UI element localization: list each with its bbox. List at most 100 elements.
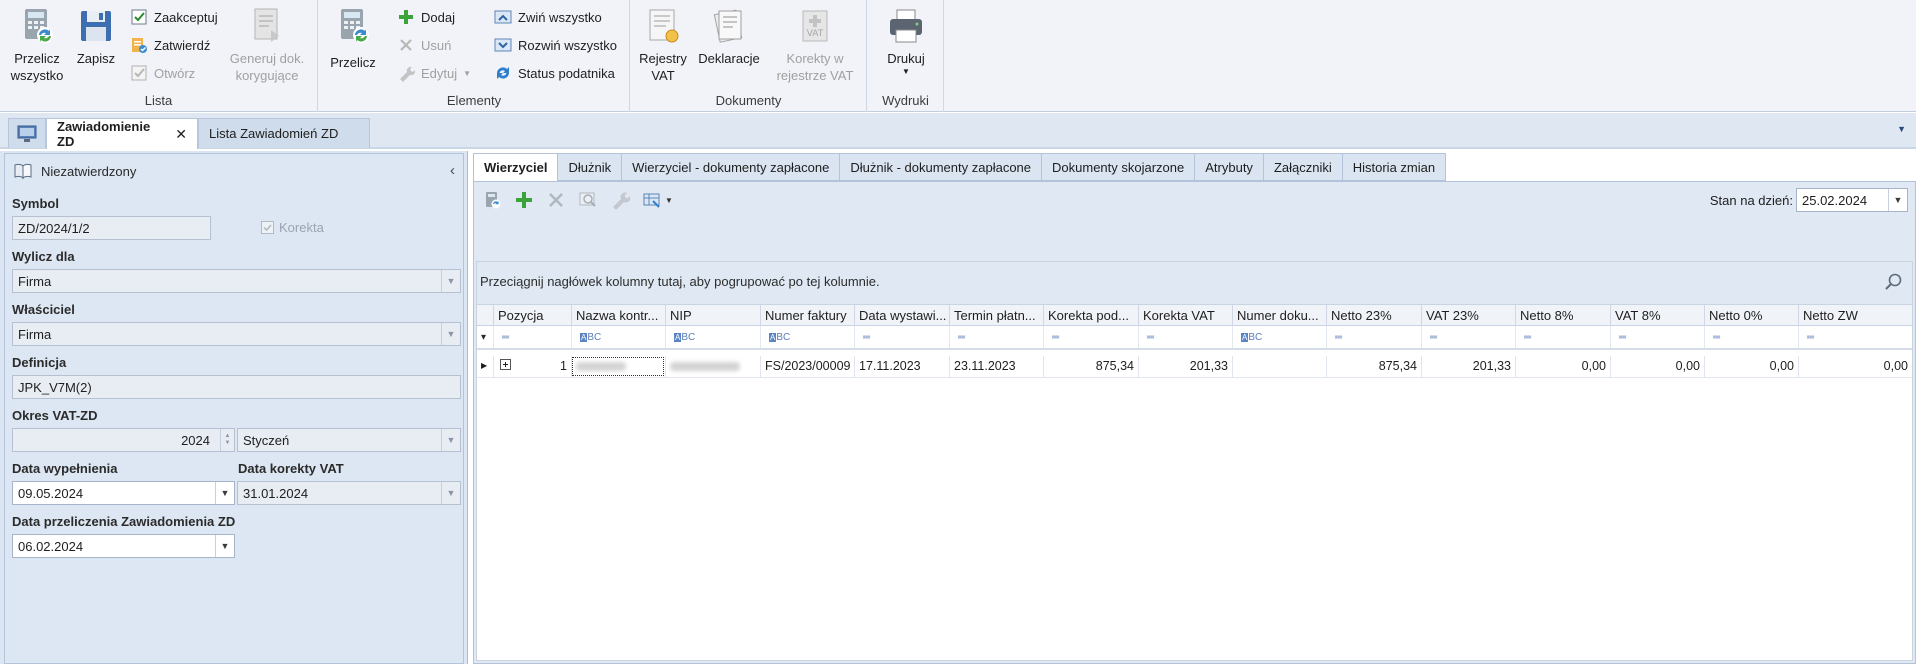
termin-platnosci-cell[interactable]: 23.11.2023 bbox=[949, 356, 1043, 377]
vat-23-cell[interactable]: 201,33 bbox=[1421, 356, 1515, 377]
netto-8-cell[interactable]: 0,00 bbox=[1515, 356, 1610, 377]
chevron-down-icon[interactable]: ▼ bbox=[215, 535, 234, 557]
filter-equals-icon[interactable]: ═ bbox=[949, 326, 1043, 348]
pozycja-cell[interactable]: 1 bbox=[493, 356, 571, 377]
tab-wierzyciel[interactable]: Wierzyciel bbox=[473, 153, 559, 181]
przelicz-button[interactable]: Przelicz bbox=[327, 4, 379, 71]
column-header-data-wystawienia[interactable]: Data wystawi... bbox=[854, 305, 949, 326]
column-header-korekta-podstawy[interactable]: Korekta pod... bbox=[1043, 305, 1138, 326]
korekty-w-rejestrze-vat-button[interactable]: VAT Korekty w rejestrze VAT bbox=[769, 4, 861, 84]
dodaj-button[interactable]: Dodaj bbox=[397, 6, 455, 28]
add-plus-icon[interactable] bbox=[514, 190, 534, 210]
desktop-tab[interactable] bbox=[8, 118, 46, 148]
nazwa-kontrahenta-cell[interactable] bbox=[571, 356, 665, 377]
filter-text-icon[interactable]: A BC bbox=[665, 326, 760, 348]
filter-equals-icon[interactable]: ═ bbox=[1798, 326, 1912, 348]
tab-dluznik-dokumenty-zaplacone[interactable]: Dłużnik - dokumenty zapłacone bbox=[840, 153, 1043, 181]
chevron-down-icon[interactable]: ▼ bbox=[1888, 189, 1907, 211]
column-header-netto-0[interactable]: Netto 0% bbox=[1704, 305, 1798, 326]
otworz-button[interactable]: Otwórz bbox=[130, 62, 195, 84]
row-indicator-icon[interactable]: ▶ bbox=[477, 356, 493, 377]
numer-dokumentu-cell[interactable] bbox=[1232, 356, 1326, 377]
filter-equals-icon[interactable]: ═ bbox=[493, 326, 571, 348]
filter-pin-icon[interactable]: ▾ bbox=[477, 326, 493, 348]
tab-wierzyciel-dokumenty-zaplacone[interactable]: Wierzyciel - dokumenty zapłacone bbox=[622, 153, 841, 181]
delete-x-icon[interactable] bbox=[546, 190, 566, 210]
column-header-netto-8[interactable]: Netto 8% bbox=[1515, 305, 1610, 326]
status-podatnika-button[interactable]: Status podatnika bbox=[494, 62, 615, 84]
zapisz-button[interactable]: Zapisz bbox=[72, 4, 120, 67]
zaakceptuj-button[interactable]: Zaakceptuj bbox=[130, 6, 218, 28]
filter-equals-icon[interactable]: ═ bbox=[1043, 326, 1138, 348]
wrench-icon[interactable] bbox=[610, 190, 630, 210]
filter-text-icon[interactable]: A BC bbox=[760, 326, 854, 348]
tab-dluznik[interactable]: Dłużnik bbox=[558, 153, 623, 181]
wylicz-dla-select[interactable]: Firma ▼ bbox=[12, 269, 461, 293]
expand-row-icon[interactable] bbox=[500, 359, 511, 370]
korekta-vat-cell[interactable]: 201,33 bbox=[1138, 356, 1232, 377]
vat-8-cell[interactable]: 0,00 bbox=[1610, 356, 1704, 377]
filter-equals-icon[interactable]: ═ bbox=[1515, 326, 1610, 348]
netto-zw-cell[interactable]: 0,00 bbox=[1798, 356, 1912, 377]
column-header-nip[interactable]: NIP bbox=[665, 305, 760, 326]
data-korekty-vat-date-picker[interactable]: 31.01.2024 ▼ bbox=[237, 481, 461, 505]
data-wystawienia-cell[interactable]: 17.11.2023 bbox=[854, 356, 949, 377]
column-header-vat-23[interactable]: VAT 23% bbox=[1421, 305, 1515, 326]
calculator-icon[interactable] bbox=[482, 190, 502, 210]
filter-equals-icon[interactable]: ═ bbox=[1704, 326, 1798, 348]
wlasciciel-select[interactable]: Firma ▼ bbox=[12, 322, 461, 346]
filter-text-icon[interactable]: A BC bbox=[1232, 326, 1326, 348]
okres-year-spinner[interactable]: 2024 ▲ ▼ bbox=[12, 428, 235, 452]
rejestry-vat-button[interactable]: Rejestry VAT bbox=[635, 4, 691, 84]
edytuj-button[interactable]: Edytuj ▼ bbox=[397, 62, 471, 84]
netto-23-cell[interactable]: 875,34 bbox=[1326, 356, 1421, 377]
data-przeliczenia-date-picker[interactable]: 06.02.2024 ▼ bbox=[12, 534, 235, 558]
okres-month-select[interactable]: Styczeń ▼ bbox=[237, 428, 461, 452]
column-header-vat-8[interactable]: VAT 8% bbox=[1610, 305, 1704, 326]
tab-historia-zmian[interactable]: Historia zmian bbox=[1342, 153, 1447, 181]
column-header-pozycja[interactable]: Pozycja bbox=[493, 305, 571, 326]
korekta-podstawy-cell[interactable]: 875,34 bbox=[1043, 356, 1138, 377]
zatwierdz-button[interactable]: Zatwierdź bbox=[130, 34, 210, 56]
tab-atrybuty[interactable]: Atrybuty bbox=[1195, 153, 1264, 181]
column-header-netto-23[interactable]: Netto 23% bbox=[1326, 305, 1421, 326]
filter-equals-icon[interactable]: ═ bbox=[1138, 326, 1232, 348]
nip-cell[interactable] bbox=[665, 356, 760, 377]
definicja-field[interactable]: JPK_V7M(2) bbox=[12, 375, 461, 399]
symbol-field[interactable]: ZD/2024/1/2 bbox=[12, 216, 211, 240]
preview-magnifier-icon[interactable] bbox=[578, 190, 598, 210]
tab-lista-zawiadomien-zd[interactable]: Lista Zawiadomień ZD bbox=[198, 118, 370, 148]
filter-equals-icon[interactable]: ═ bbox=[1326, 326, 1421, 348]
zwin-wszystko-button[interactable]: Zwiń wszystko bbox=[494, 6, 602, 28]
stan-na-dzien-date-picker[interactable]: 25.02.2024 ▼ bbox=[1796, 188, 1908, 212]
netto-0-cell[interactable]: 0,00 bbox=[1704, 356, 1798, 377]
filter-text-icon[interactable]: A BC bbox=[571, 326, 665, 348]
column-header-numer-faktury[interactable]: Numer faktury bbox=[760, 305, 854, 326]
grid-options-icon[interactable]: ▼ bbox=[642, 190, 673, 210]
usun-button[interactable]: Usuń bbox=[397, 34, 451, 56]
tab-dokumenty-skojarzone[interactable]: Dokumenty skojarzone bbox=[1042, 153, 1196, 181]
filter-equals-icon[interactable]: ═ bbox=[854, 326, 949, 348]
data-wypelnienia-date-picker[interactable]: 09.05.2024 ▼ bbox=[12, 481, 235, 505]
drukuj-button[interactable]: Drukuj ▼ bbox=[876, 4, 936, 77]
korekta-checkbox[interactable]: Korekta bbox=[261, 220, 324, 235]
numer-faktury-cell[interactable]: FS/2023/00009 bbox=[760, 356, 854, 377]
group-by-panel[interactable]: Przeciągnij nagłówek kolumny tutaj, aby … bbox=[477, 262, 1912, 304]
rozwin-wszystko-button[interactable]: Rozwiń wszystko bbox=[494, 34, 617, 56]
search-icon[interactable] bbox=[1884, 272, 1904, 292]
collapse-panel-chevron-icon[interactable]: ‹ bbox=[450, 162, 455, 179]
chevron-down-icon[interactable]: ▼ bbox=[215, 482, 234, 504]
column-header-korekta-vat[interactable]: Korekta VAT bbox=[1138, 305, 1232, 326]
tab-zawiadomienie-zd[interactable]: Zawiadomienie ZD ✕ bbox=[46, 118, 198, 149]
close-tab-icon[interactable]: ✕ bbox=[175, 126, 187, 143]
tabs-overflow-dropdown-icon[interactable]: ▼ bbox=[1897, 124, 1906, 134]
przelicz-wszystko-button[interactable]: Przelicz wszystko bbox=[6, 4, 68, 84]
table-row[interactable]: ▶ 1 FS/2023/00009 17.11.2023 23.11.2023 … bbox=[477, 356, 1912, 378]
filter-equals-icon[interactable]: ═ bbox=[1610, 326, 1704, 348]
column-header-termin-platnosci[interactable]: Termin płatn... bbox=[949, 305, 1043, 326]
column-header-nazwa-kontrahenta[interactable]: Nazwa kontr... bbox=[571, 305, 665, 326]
filter-equals-icon[interactable]: ═ bbox=[1421, 326, 1515, 348]
column-header-netto-zw[interactable]: Netto ZW bbox=[1798, 305, 1912, 326]
generuj-dok-korygujace-button[interactable]: Generuj dok. korygujące bbox=[222, 4, 312, 84]
column-header-numer-dokumentu[interactable]: Numer doku... bbox=[1232, 305, 1326, 326]
